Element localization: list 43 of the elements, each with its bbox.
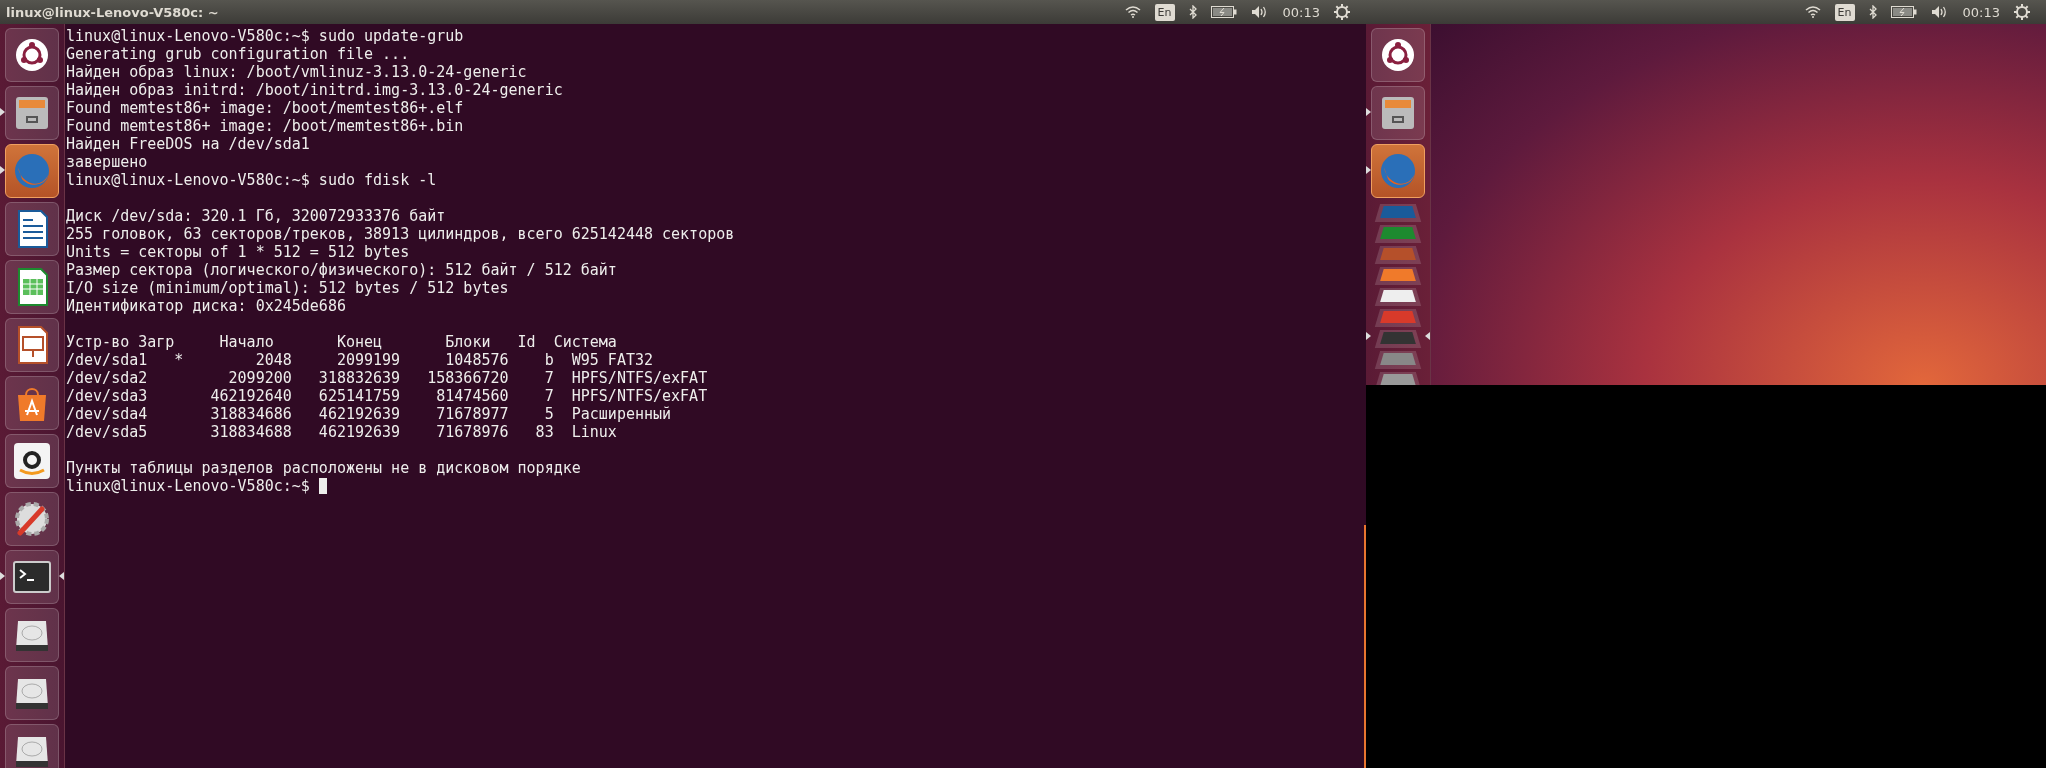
terminal-line: Устр-во Загр Начало Конец Блоки Id Система — [66, 333, 618, 351]
terminal-line: /dev/sda2 2099200 318832639 158366720 7 HPFS/NTFS/exFAT — [66, 369, 709, 387]
terminal-line: /dev/sda1 * 2048 2099199 1048576 b W95 FAT32 — [66, 351, 654, 369]
volume-icon[interactable] — [1250, 5, 1269, 19]
terminal-line: Размер сектора (логического/физического): 512 байт / 512 байт — [66, 261, 618, 279]
terminal-line: /dev/sda3 462192640 625141759 81474560 7 HPFS/NTFS/exFAT — [66, 387, 709, 405]
terminal-line: Found memtest86+ image: /boot/memtest86+.bin — [66, 117, 465, 135]
terminal-line: Generating grub configuration file ... — [66, 45, 411, 63]
running-indicator — [0, 108, 5, 116]
wifi-icon[interactable] — [1124, 6, 1141, 18]
terminal-line: завершено — [66, 153, 149, 171]
text-cursor — [318, 478, 327, 494]
terminal-line: /dev/sda5 318834688 462192639 71678976 83 Linux — [66, 423, 618, 441]
settings-icon[interactable] — [2014, 4, 2030, 20]
window-title: linux@linux-Lenovo-V580c: ~ — [6, 4, 219, 20]
wifi-icon[interactable] — [1804, 6, 1821, 18]
clock[interactable]: 00:13 — [1282, 4, 1320, 20]
keyboard-layout-indicator[interactable]: En — [1834, 3, 1855, 21]
terminal-line: 255 головок, 63 секторов/треков, 38913 цилиндров, всего 625142448 секторов — [66, 225, 736, 243]
terminal-line: Пункты таблицы разделов расположены не в дисковом порядке — [66, 459, 582, 477]
running-indicator — [1366, 108, 1371, 116]
clock[interactable]: 00:13 — [1962, 4, 2000, 20]
terminal-line: Найден образ initrd: /boot/initrd.img-3.13.0-24-generic — [66, 81, 564, 99]
terminal-line: linux@linux-Lenovo-V580c:~$ sudo update-grub — [66, 27, 465, 45]
terminal-line: I/O size (minimum/optimal): 512 bytes / 512 bytes — [66, 279, 510, 297]
running-indicator — [1366, 332, 1371, 340]
terminal-line: /dev/sda4 318834686 462192639 71678977 5 Расширенный — [66, 405, 673, 423]
terminal-line: Units = секторы of 1 * 512 = 512 bytes — [66, 243, 411, 261]
settings-icon[interactable] — [1334, 4, 1350, 20]
volume-icon[interactable] — [1930, 5, 1949, 19]
terminal-line: linux@linux-Lenovo-V580c:~$ sudo fdisk -l — [66, 171, 438, 189]
battery-icon[interactable] — [1890, 6, 1917, 18]
terminal-line: Идентификатор диска: 0x245de686 — [66, 297, 347, 315]
terminal-line: Found memtest86+ image: /boot/memtest86+.elf — [66, 99, 465, 117]
keyboard-layout-indicator[interactable]: En — [1154, 3, 1175, 21]
terminal-prompt: linux@linux-Lenovo-V580c:~$ — [66, 477, 310, 495]
battery-icon[interactable] — [1210, 6, 1237, 18]
terminal-line: Найден образ linux: /boot/vmlinuz-3.13.0-24-generic — [66, 63, 528, 81]
terminal-line: Диск /dev/sda: 320.1 Гб, 320072933376 байт — [66, 207, 447, 225]
bluetooth-icon[interactable] — [1188, 5, 1197, 19]
running-indicator — [0, 572, 5, 580]
terminal-line: Найден FreeDOS на /dev/sda1 — [66, 135, 311, 153]
bluetooth-icon[interactable] — [1868, 5, 1877, 19]
